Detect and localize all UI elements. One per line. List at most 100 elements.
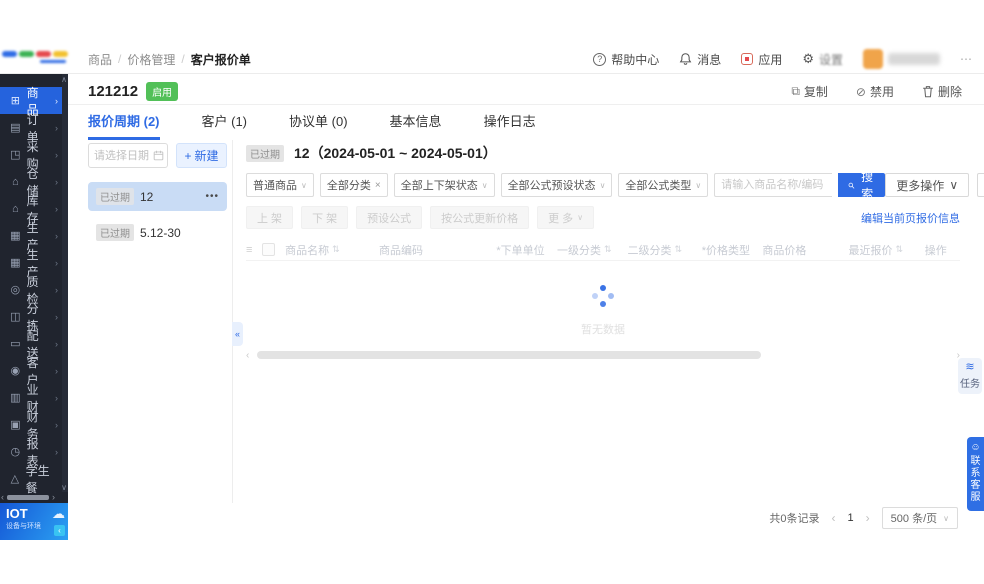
col-product-name[interactable]: 商品名称 ⇅ [285,242,379,258]
table-hscrollbar: ‹ › [246,349,960,361]
total-records: 共0条记录 [769,510,819,526]
table-header: ≡ 商品名称 ⇅ 商品编码 *下单单位 一级分类 ⇅ 二级分类 ⇅ *价格类型 [246,239,960,261]
chevron-right-icon: › [55,123,58,133]
sidebar-scrollbar[interactable] [62,74,68,492]
collapse-panel-handle[interactable]: « [232,322,243,346]
sidebar-item-student-meals[interactable]: △ 学生餐 [0,465,62,492]
period-list-item[interactable]: 已过期 12 ••• [88,182,227,211]
copy-icon: ⧉ [791,84,800,99]
next-page-icon[interactable]: › [866,511,870,525]
tab-customers[interactable]: 客户 (1) [202,111,248,140]
help-center-button[interactable]: ? 帮助中心 [593,51,659,68]
period-title: 12（2024-05-01 ~ 2024-05-01） [294,143,497,163]
avatar [863,49,883,69]
disable-button[interactable]: ⊘ 禁用 [856,83,894,100]
sort-icon[interactable]: ⇅ [674,244,682,255]
period-list: 已过期 12 ••• 已过期 5.12-30 [88,182,227,247]
search-button[interactable]: 搜 索 [838,173,885,197]
period-panel: + 新建 已过期 12 ••• 已过期 5.12-30 [88,143,227,254]
category-select[interactable]: 全部分类 × [320,173,388,197]
search-input[interactable] [714,173,832,197]
user-menu[interactable] [863,49,940,69]
select-all-checkbox[interactable] [262,243,275,256]
prev-page-icon[interactable]: ‹ [832,511,836,525]
col-product-code: 商品编码 [379,242,496,258]
scrollbar-track[interactable] [253,351,952,359]
preset-formula-button[interactable]: 预设公式 [356,206,422,229]
product-type-select[interactable]: 普通商品 ∨ [246,173,314,197]
expired-badge: 已过期 [96,224,134,241]
empty-text: 暂无数据 [246,321,960,337]
messages-button[interactable]: 消息 [679,51,721,68]
expired-badge: 已过期 [96,188,134,205]
current-page[interactable]: 1 [848,512,854,524]
new-period-button[interactable]: + 新建 [176,143,227,168]
production-icon: ▦ [9,229,22,242]
tab-agreements[interactable]: 协议单 (0) [289,111,348,140]
iot-cube-icon: ‹ [54,525,65,536]
date-picker [88,143,168,168]
col-operations: 操作 [925,242,960,258]
print-button[interactable]: 打 印 [977,173,984,197]
scroll-right-icon[interactable]: › [51,493,56,501]
tab-basic-info[interactable]: 基本信息 [390,111,442,140]
more-icon[interactable]: ⋯ [960,52,972,66]
refresh-price-button[interactable]: 按公式更新价格 [430,206,529,229]
customer-support-tab[interactable]: ☺ 联系客服 [967,437,984,511]
quality-icon: ◎ [9,283,22,296]
tab-operation-log[interactable]: 操作日志 [484,111,536,140]
bell-icon [679,52,692,66]
calendar-icon [153,150,164,161]
chevron-down-icon: ∨ [695,181,701,190]
delete-button[interactable]: 删除 [922,83,962,100]
shelf-on-button[interactable]: 上 架 [246,206,293,229]
breadcrumb-item[interactable]: 商品 [88,51,112,68]
sorting-icon: ◫ [9,310,22,323]
task-floating-button[interactable]: ≋ 任务 [958,358,982,394]
scroll-left-icon[interactable]: ‹ [0,493,5,501]
formula-type-select[interactable]: 全部公式类型 ∨ [618,173,708,197]
formula-preset-select[interactable]: 全部公式预设状态 ∨ [501,173,613,197]
column-settings-icon[interactable]: ≡ [246,244,262,256]
col-category-1[interactable]: 一级分类 ⇅ [557,242,627,258]
edit-page-quotes-link[interactable]: 编辑当前页报价信息 [861,210,960,226]
scrollbar-thumb[interactable] [7,495,49,500]
bulk-more-button[interactable]: 更 多 ∨ [537,206,594,229]
period-list-item[interactable]: 已过期 5.12-30 [88,218,227,247]
col-recent-quote[interactable]: 最近报价 ⇅ [849,242,925,258]
chevron-down-icon: ∨ [482,181,488,190]
apps-button[interactable]: 应用 [741,51,782,68]
screen: 商品 / 价格管理 / 客户报价单 ? 帮助中心 消息 应用 ⚙ 设置 [0,0,984,584]
scroll-left-icon[interactable]: ‹ [246,350,249,361]
scrollbar-thumb[interactable] [257,351,761,359]
pagination: 共0条记录 ‹ 1 › 500 条/页 ∨ [769,507,958,529]
breadcrumb-item[interactable]: 价格管理 [127,51,175,68]
sort-icon[interactable]: ⇅ [332,244,340,255]
shelf-off-button[interactable]: 下 架 [301,206,348,229]
iot-banner[interactable]: IOT 设备与环境 ☁ ‹ [0,503,68,540]
select-all-cell [262,243,285,256]
scroll-down-icon[interactable]: ∨ [61,483,67,492]
copy-button[interactable]: ⧉ 复制 [791,83,828,100]
topbar: 商品 / 价格管理 / 客户报价单 ? 帮助中心 消息 应用 ⚙ 设置 [0,45,984,74]
item-more-icon[interactable]: ••• [205,191,219,202]
shelf-status-select[interactable]: 全部上下架状态 ∨ [394,173,495,197]
sidebar-hscrollbar[interactable]: ‹ › [0,493,62,501]
chevron-right-icon: › [55,96,58,106]
more-operations-button[interactable]: 更多操作 ∨ [885,173,969,197]
settings-button[interactable]: ⚙ 设置 [802,51,843,68]
page-size-select[interactable]: 500 条/页 ∨ [882,507,958,529]
chevron-right-icon: › [55,177,58,187]
scroll-up-icon[interactable]: ∧ [61,75,67,84]
plus-icon: + [184,149,191,163]
sort-icon[interactable]: ⇅ [896,244,904,255]
sort-icon[interactable]: ⇅ [604,244,612,255]
col-category-2[interactable]: 二级分类 ⇅ [627,242,701,258]
customers-icon: ◉ [9,364,22,377]
col-order-unit: *下单单位 [496,242,557,258]
remove-tag-icon[interactable]: × [375,180,381,191]
tab-quote-period[interactable]: 报价周期 (2) [88,111,160,140]
chevron-right-icon: › [55,258,58,268]
app-logo[interactable] [0,45,76,73]
chevron-down-icon: ∨ [949,178,958,192]
